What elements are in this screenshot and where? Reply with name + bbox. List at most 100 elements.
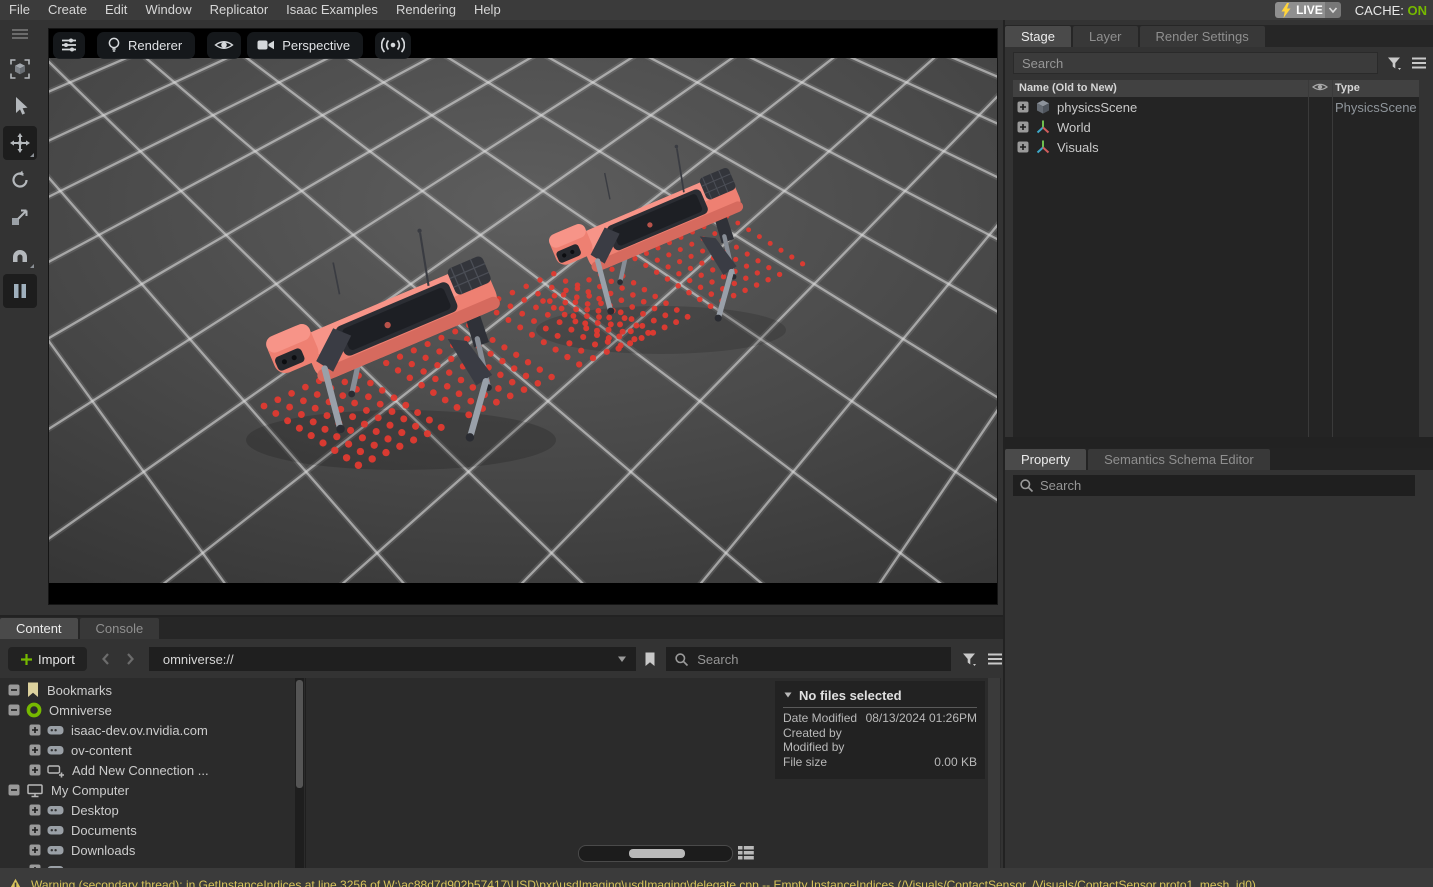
property-search-input[interactable] [1040, 478, 1409, 493]
back-button[interactable] [99, 651, 113, 667]
menu-bar: FileCreateEditWindowReplicatorIsaac Exam… [0, 0, 1433, 20]
tree-item-label: ov-content [71, 743, 132, 758]
menu-isaac-examples[interactable]: Isaac Examples [277, 0, 387, 20]
tab-property-property[interactable]: Property [1005, 449, 1086, 470]
menu-window[interactable]: Window [136, 0, 200, 20]
toolbar-handle-icon[interactable] [3, 24, 37, 44]
tree-row-desktop[interactable]: Desktop [0, 800, 294, 820]
visibility-button[interactable] [207, 32, 241, 59]
expand-icon[interactable] [29, 844, 41, 856]
tree-item-label: Add New Connection ... [72, 763, 209, 778]
stage-column-header[interactable]: Name (Old to New) Type [1013, 80, 1419, 97]
path-field[interactable] [149, 647, 636, 671]
tree-item-label: My Computer [51, 783, 129, 798]
property-tab-bar: PropertySemantics Schema Editor [1005, 448, 1433, 470]
tree-item-label: Documents [71, 823, 137, 838]
path-input[interactable] [163, 652, 616, 667]
stage-row-World[interactable]: World [1013, 117, 1419, 137]
grid-view-icon[interactable] [737, 845, 755, 861]
thumbnail-size-slider[interactable] [578, 845, 733, 862]
viewport-tools-toolbar [0, 20, 40, 615]
menu-help[interactable]: Help [465, 0, 510, 20]
live-dropdown-button[interactable] [1325, 2, 1341, 18]
menu-rendering[interactable]: Rendering [387, 0, 465, 20]
snap-tool-icon[interactable] [3, 237, 37, 271]
collapse-icon[interactable] [8, 704, 20, 716]
tree-scrollbar[interactable] [295, 678, 304, 868]
prim-name: physicsScene [1057, 100, 1137, 115]
viewport-settings-button[interactable] [53, 32, 85, 59]
expand-icon[interactable] [29, 724, 41, 736]
details-header[interactable]: No files selected [783, 685, 977, 705]
expand-icon[interactable] [1017, 101, 1029, 113]
menu-file[interactable]: File [0, 0, 39, 20]
viewport-scene[interactable] [49, 58, 997, 584]
content-options-icon[interactable] [987, 652, 1003, 666]
move-tool-icon[interactable] [3, 126, 37, 160]
camera-button[interactable]: Perspective [247, 32, 363, 59]
stage-tab-bar: StageLayerRender Settings [1005, 25, 1433, 47]
stage-search-input[interactable] [1013, 52, 1378, 74]
collapse-icon[interactable] [8, 784, 20, 796]
forward-button[interactable] [123, 651, 137, 667]
expand-icon[interactable] [1017, 141, 1029, 153]
expand-icon[interactable] [29, 744, 41, 756]
stage-options-icon[interactable] [1411, 56, 1427, 70]
menu-create[interactable]: Create [39, 0, 96, 20]
tab-stage-layer[interactable]: Layer [1073, 26, 1138, 47]
xform-icon [1035, 119, 1051, 135]
rotate-tool-icon[interactable] [3, 163, 37, 197]
tree-row-documents[interactable]: Documents [0, 820, 294, 840]
tab-content-content[interactable]: Content [0, 618, 78, 639]
select-cursor-icon[interactable] [3, 89, 37, 123]
viewport-3d[interactable]: Renderer Perspective [48, 28, 998, 605]
import-label: Import [38, 652, 75, 667]
content-scrollbar[interactable] [988, 678, 1000, 868]
tree-item-label: Omniverse [49, 703, 112, 718]
right-panel: StageLayerRender Settings Name (Old to N… [1003, 20, 1433, 868]
tree-row-add-new-connection-[interactable]: Add New Connection ... [0, 760, 294, 780]
render-signal-button[interactable] [375, 32, 411, 59]
menu-replicator[interactable]: Replicator [201, 0, 278, 20]
import-button[interactable]: Import [8, 647, 87, 671]
name-column-label: Name (Old to New) [1019, 82, 1117, 94]
file-tree: Bookmarks Omniverse isaac-dev.ov.nvidia.co… [0, 680, 294, 868]
lightning-bolt-icon [1280, 3, 1292, 18]
tree-row-downloads[interactable]: Downloads [0, 840, 294, 860]
status-bar[interactable]: Warning (secondary thread): in GetInstan… [0, 868, 1433, 887]
content-search-input[interactable] [697, 652, 943, 667]
tab-property-semantics-schema-editor[interactable]: Semantics Schema Editor [1088, 449, 1270, 470]
tree-row-omniverse[interactable]: Omniverse [0, 700, 294, 720]
expand-icon[interactable] [29, 804, 41, 816]
tree-row-partial[interactable] [0, 860, 294, 868]
bookmark-path-icon[interactable] [644, 652, 656, 667]
tree-row-my-computer[interactable]: My Computer [0, 780, 294, 800]
pause-icon[interactable] [3, 274, 37, 308]
tab-stage-render-settings[interactable]: Render Settings [1140, 26, 1265, 47]
filter-icon[interactable] [1386, 55, 1402, 71]
tree-row-isaac-dev-ov-nvidia-com[interactable]: isaac-dev.ov.nvidia.com [0, 720, 294, 740]
tree-row-bookmarks[interactable]: Bookmarks [0, 680, 294, 700]
tree-row-ov-content[interactable]: ov-content [0, 740, 294, 760]
collapse-icon[interactable] [8, 684, 20, 696]
live-button[interactable]: LIVE [1275, 2, 1331, 18]
tab-stage-stage[interactable]: Stage [1005, 26, 1071, 47]
renderer-button[interactable]: Renderer [97, 32, 195, 59]
expand-icon[interactable] [1017, 121, 1029, 133]
stage-row-physicsScene[interactable]: physicsScenePhysicsScene [1013, 97, 1419, 117]
frame-selection-icon[interactable] [3, 52, 37, 86]
scale-tool-icon[interactable] [3, 200, 37, 234]
stage-row-Visuals[interactable]: Visuals [1013, 137, 1419, 157]
drive-icon [47, 723, 64, 737]
expand-icon[interactable] [29, 824, 41, 836]
tab-content-console[interactable]: Console [80, 618, 160, 639]
filter-icon[interactable] [961, 651, 977, 667]
content-tab-bar: ContentConsole [0, 617, 1003, 639]
cube-icon [1035, 99, 1051, 115]
cache-value: ON [1408, 3, 1428, 18]
path-dropdown-icon[interactable] [616, 654, 628, 664]
camera-label: Perspective [282, 38, 350, 53]
expand-icon[interactable] [29, 764, 41, 776]
content-search-field[interactable] [666, 647, 951, 671]
menu-edit[interactable]: Edit [96, 0, 136, 20]
